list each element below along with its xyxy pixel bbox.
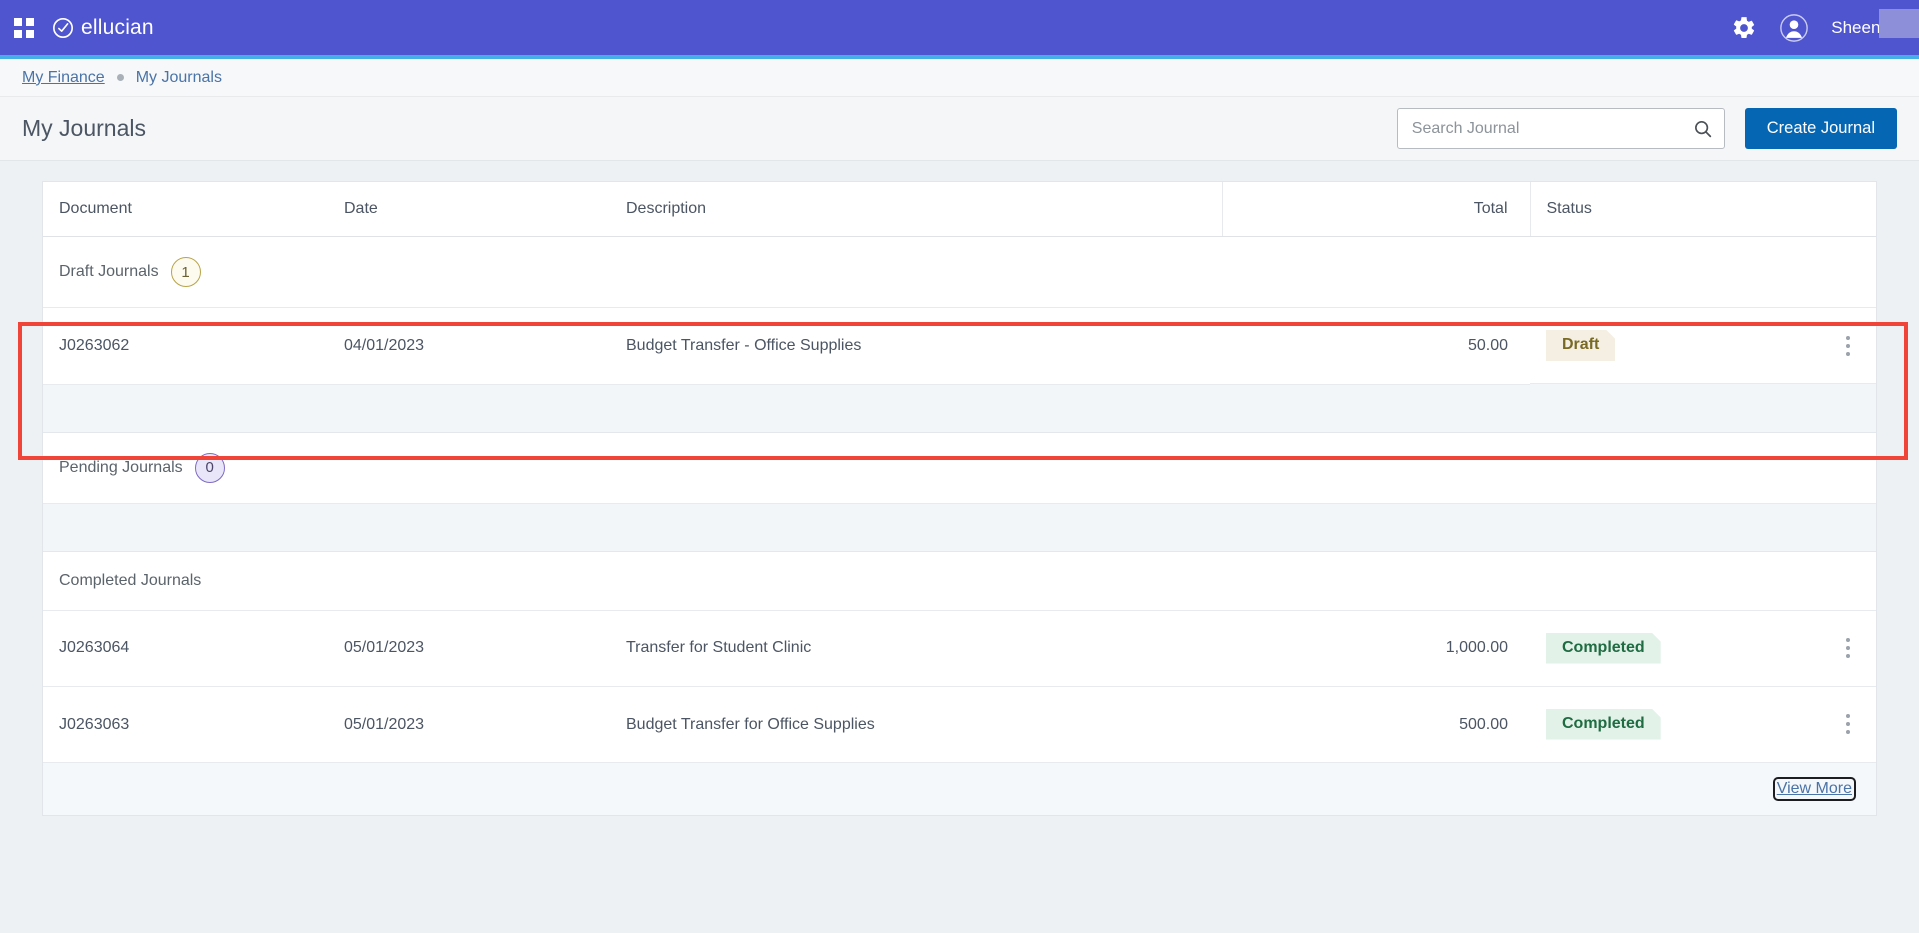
gear-icon[interactable]: [1731, 15, 1757, 41]
brand-logo[interactable]: ellucian: [52, 16, 154, 40]
grid-cell: [26, 29, 34, 38]
app-header-right: Sheena A: [1731, 0, 1919, 55]
ellucian-mark-icon: [53, 17, 73, 38]
cell-status: Completed: [1530, 687, 1876, 763]
status-badge: Draft: [1546, 330, 1615, 361]
cell-total: 50.00: [1222, 307, 1530, 385]
section-label-text: Completed Journals: [59, 571, 202, 589]
cell-document: J0263064: [43, 610, 328, 687]
kebab-dot: [1846, 714, 1850, 718]
breadcrumb-current-my-journals: My Journals: [135, 68, 222, 86]
column-header-total: Total: [1222, 182, 1531, 237]
kebab-menu-icon[interactable]: [1842, 332, 1854, 360]
page-actions: Create Journal: [1396, 108, 1897, 149]
kebab-dot: [1846, 730, 1850, 734]
column-header-description: Description: [610, 182, 1223, 237]
kebab-dot: [1846, 335, 1850, 340]
section-label-text: Draft Journals: [59, 263, 159, 280]
section-header-row: Draft Journals 1: [43, 236, 1876, 308]
section-header-cell: Completed Journals: [43, 551, 1876, 611]
kebab-dot: [1846, 343, 1850, 348]
column-header-document: Document: [43, 182, 328, 237]
app-header-left: ellucian: [14, 16, 154, 40]
section-count-badge: 1: [170, 257, 201, 287]
cell-description: Transfer for Student Clinic: [610, 610, 1222, 687]
breadcrumb-separator-dot: [116, 74, 124, 81]
table-footer-row: View More: [43, 762, 1876, 815]
column-header-status: Status: [1530, 182, 1876, 237]
section-spacer-cell: [43, 384, 1876, 433]
section-header-cell: Pending Journals 0: [43, 432, 1876, 504]
grid-cell: [26, 17, 34, 26]
search-input[interactable]: [1397, 109, 1724, 148]
section-header-row: Completed Journals: [43, 551, 1876, 611]
cell-document: J0263062: [43, 307, 328, 385]
page-title: My Journals: [22, 115, 146, 141]
table-header-row: Document Date Description Total Status: [43, 182, 1876, 237]
section-spacer-row: [43, 503, 1876, 552]
table-row[interactable]: J0263063 05/01/2023 Budget Transfer for Of…: [43, 686, 1876, 763]
breadcrumb: My Finance My Journals: [0, 59, 1919, 97]
section-label-text: Pending Journals: [59, 458, 183, 476]
kebab-dot: [1846, 351, 1850, 356]
section-header-cell: Draft Journals 1: [43, 236, 1876, 308]
table-row[interactable]: J0263062 04/01/2023 Budget Transfer - Offi…: [43, 307, 1876, 385]
app-header-bar: ellucian Sheena A: [0, 0, 1919, 55]
cell-document: J0263063: [43, 686, 328, 763]
status-badge: Completed: [1546, 633, 1661, 664]
kebab-dot: [1846, 722, 1850, 726]
cell-total: 1,000.00: [1222, 610, 1530, 687]
grid-apps-icon[interactable]: [14, 17, 34, 38]
column-header-date: Date: [328, 182, 610, 237]
kebab-dot: [1846, 646, 1850, 650]
kebab-dot: [1846, 638, 1850, 642]
cell-description: Budget Transfer - Office Supplies: [610, 307, 1222, 385]
table-row[interactable]: J0263064 05/01/2023 Transfer for Student C…: [43, 610, 1876, 687]
user-name[interactable]: Sheena A: [1831, 8, 1919, 38]
section-count-badge: 0: [194, 452, 225, 483]
section-label: Completed Journals: [59, 572, 201, 590]
cell-date: 05/01/2023: [328, 610, 610, 687]
cell-date: 05/01/2023: [328, 686, 610, 763]
journals-table-head: Document Date Description Total Status: [43, 182, 1876, 237]
section-header-row: Pending Journals 0: [43, 432, 1876, 504]
grid-cell: [14, 29, 22, 38]
search-icon: [1694, 120, 1711, 137]
page-content: Document Date Description Total Status D…: [0, 161, 1919, 933]
table-footer-cell: View More: [43, 762, 1876, 815]
section-label: Pending Journals 0: [59, 452, 225, 483]
breadcrumb-link-my-finance[interactable]: My Finance: [22, 69, 105, 87]
kebab-menu-icon[interactable]: [1842, 634, 1854, 662]
kebab-menu-icon[interactable]: [1842, 710, 1854, 738]
status-badge: Completed: [1546, 709, 1661, 740]
cell-date: 04/01/2023: [328, 307, 610, 385]
kebab-dot: [1846, 654, 1850, 658]
journals-card: Document Date Description Total Status D…: [42, 181, 1877, 816]
user-avatar-icon[interactable]: [1779, 13, 1809, 43]
journals-table: Document Date Description Total Status D…: [43, 182, 1876, 815]
section-label: Draft Journals 1: [59, 257, 201, 287]
grid-cell: [14, 17, 22, 26]
create-journal-button[interactable]: Create Journal: [1744, 108, 1897, 149]
cell-status: Draft: [1530, 308, 1876, 384]
cell-status: Completed: [1530, 611, 1876, 687]
redaction-overlay: [1879, 8, 1919, 38]
brand-name: ellucian: [81, 15, 154, 39]
page-title-bar: My Journals Create Journal: [0, 97, 1919, 161]
search-journal-container: [1396, 108, 1725, 149]
section-spacer-cell: [43, 503, 1876, 552]
journals-table-body: Draft Journals 1 J0263062 04/01/2023 Budget …: [43, 236, 1876, 815]
search-button[interactable]: [1690, 116, 1716, 142]
section-spacer-row: [43, 384, 1876, 433]
view-more-link[interactable]: View More: [1772, 777, 1857, 801]
cell-description: Budget Transfer for Office Supplies: [610, 686, 1222, 763]
cell-total: 500.00: [1222, 686, 1530, 763]
